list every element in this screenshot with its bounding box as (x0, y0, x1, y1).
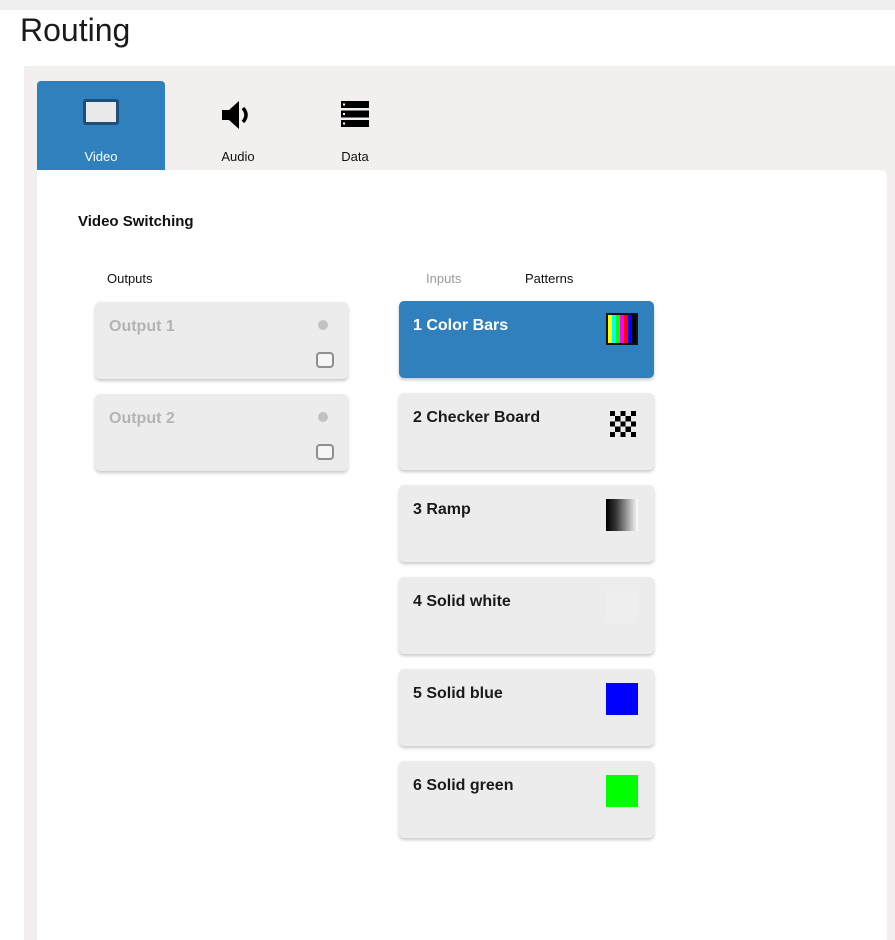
tab-patterns[interactable]: Patterns (525, 271, 573, 286)
output-label: Output 1 (109, 318, 175, 335)
pattern-card-solid-blue[interactable]: 5 Solid blue (399, 669, 654, 746)
tab-data[interactable]: Data (291, 81, 419, 170)
pattern-label: 2 Checker Board (413, 409, 541, 426)
ramp-icon (606, 499, 638, 531)
pattern-card-solid-green[interactable]: 6 Solid green (399, 761, 654, 838)
tab-inputs[interactable]: Inputs (426, 271, 461, 286)
section-title: Video Switching (78, 213, 194, 230)
output-card-1[interactable]: Output 1 (95, 302, 348, 379)
pattern-label: 3 Ramp (413, 501, 471, 518)
status-dot-icon (318, 412, 328, 422)
monitor-icon (316, 352, 334, 368)
tab-video[interactable]: Video (37, 81, 165, 170)
tab-audio-label: Audio (221, 149, 255, 164)
pattern-card-checker-board[interactable]: 2 Checker Board (399, 393, 654, 470)
page-title: Routing (20, 12, 131, 48)
tab-audio[interactable]: Audio (174, 81, 302, 170)
monitor-icon (37, 99, 165, 131)
color-bars-icon (606, 313, 638, 345)
solid-green-icon (606, 775, 638, 807)
speaker-icon (174, 99, 302, 131)
pattern-card-color-bars[interactable]: 1 Color Bars (399, 301, 654, 378)
solid-blue-icon (606, 683, 638, 715)
pattern-label: 5 Solid blue (413, 685, 503, 702)
solid-white-icon (606, 591, 638, 623)
output-card-2[interactable]: Output 2 (95, 394, 348, 471)
output-label: Output 2 (109, 410, 175, 427)
monitor-icon (316, 444, 334, 460)
server-stack-icon (291, 99, 419, 131)
pattern-label: 6 Solid green (413, 777, 514, 794)
pattern-card-solid-white[interactable]: 4 Solid white (399, 577, 654, 654)
outputs-header: Outputs (107, 271, 153, 286)
top-strip (0, 0, 895, 10)
tab-data-label: Data (341, 149, 369, 164)
checkerboard-icon (610, 411, 636, 437)
pattern-label: 4 Solid white (413, 593, 511, 610)
pattern-card-ramp[interactable]: 3 Ramp (399, 485, 654, 562)
status-dot-icon (318, 320, 328, 330)
pattern-label: 1 Color Bars (413, 317, 509, 334)
tab-video-label: Video (84, 149, 118, 164)
